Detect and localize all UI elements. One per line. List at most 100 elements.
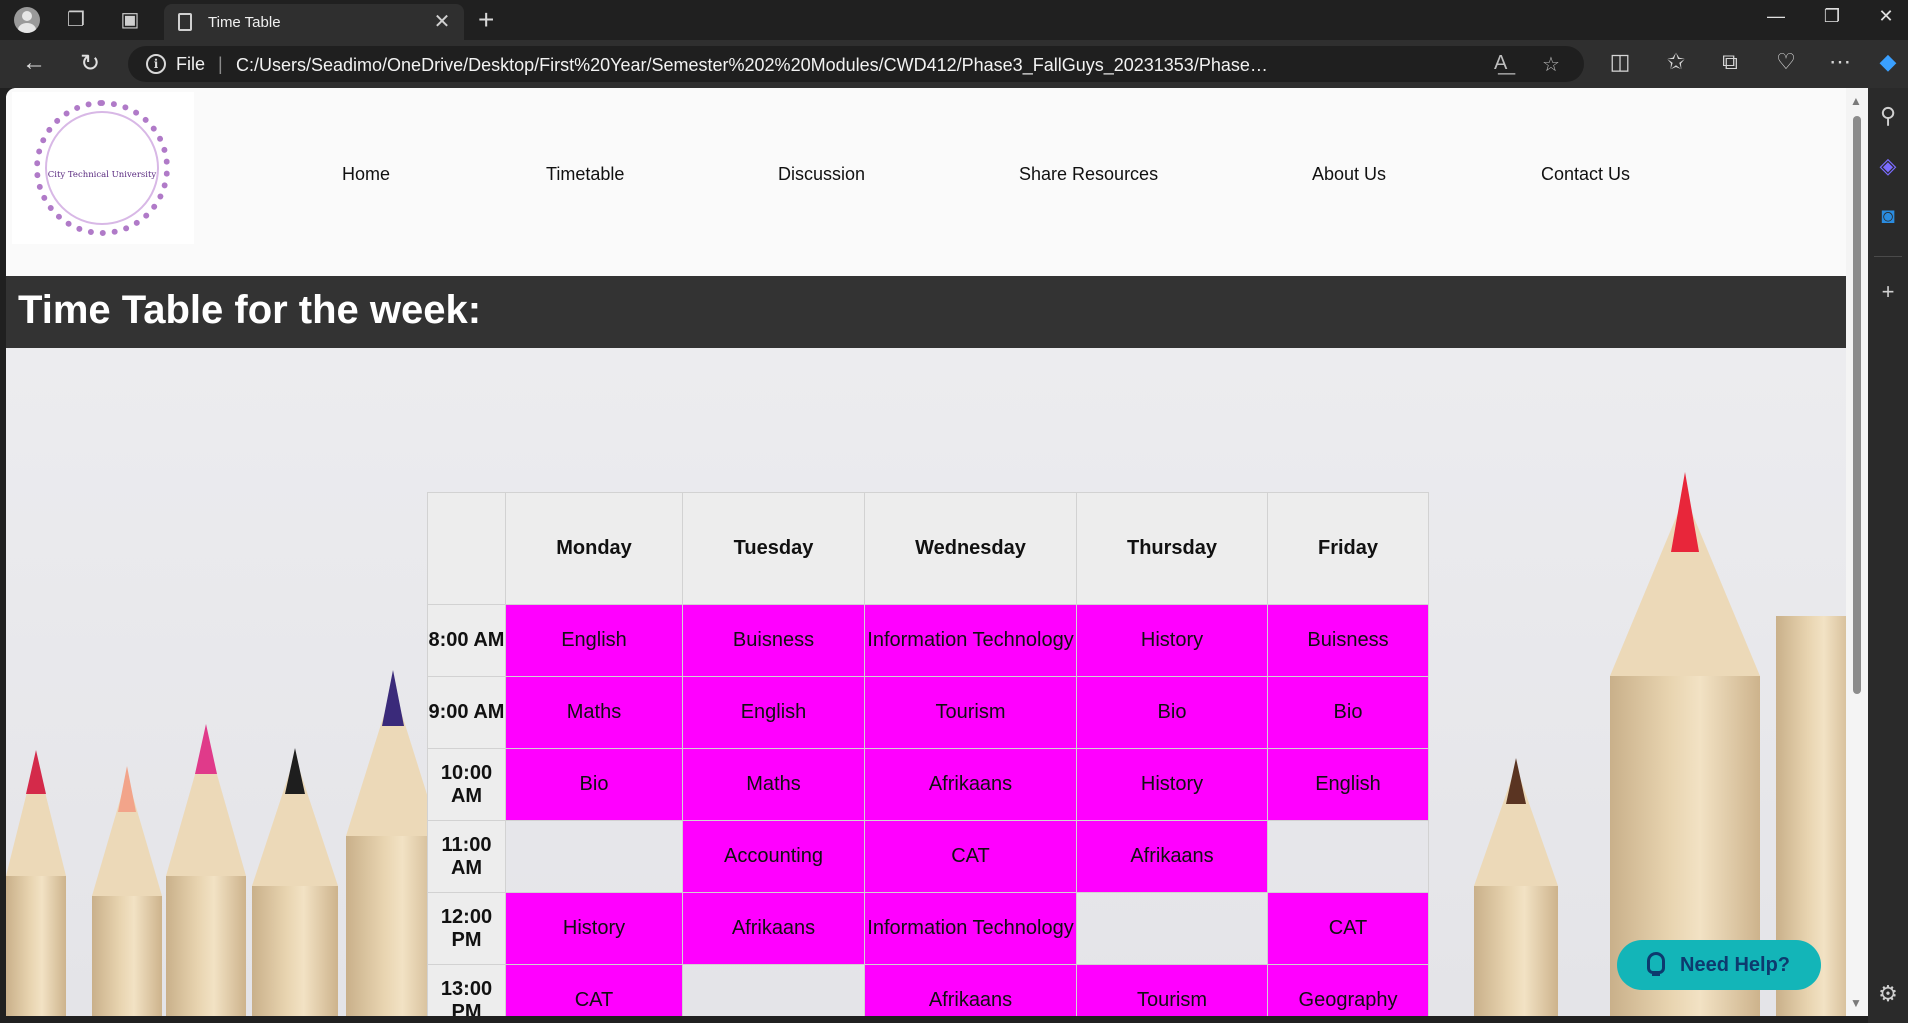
- browser-tab-bar: ❐ ▣ Time Table ✕ + — ❐ ✕: [0, 0, 1908, 40]
- settings-icon[interactable]: ⚙: [1874, 980, 1902, 1008]
- tab-title: Time Table: [208, 14, 281, 31]
- subject-cell: Accounting: [682, 820, 865, 893]
- corner-cell: [427, 492, 506, 605]
- nav-share-resources[interactable]: Share Resources: [1019, 164, 1158, 185]
- subject-cell: Buisness: [682, 604, 865, 677]
- day-header: Monday: [505, 492, 683, 605]
- favorite-star-icon[interactable]: ☆: [1542, 52, 1560, 77]
- empty-cell: [505, 820, 683, 893]
- new-tab-icon[interactable]: +: [478, 4, 494, 36]
- timetable: Monday Tuesday Wednesday Thursday Friday…: [427, 492, 1429, 1016]
- subject-cell: Buisness: [1267, 604, 1429, 677]
- time-cell: 9:00 AM: [427, 676, 506, 749]
- split-screen-icon[interactable]: ◫: [1604, 49, 1636, 75]
- subject-cell: History: [505, 892, 683, 965]
- subject-cell: Afrikaans: [864, 964, 1077, 1016]
- scroll-down-icon[interactable]: ▼: [1850, 996, 1862, 1010]
- time-cell: 8:00 AM: [427, 604, 506, 677]
- logo-ring-inner: City Technical University: [45, 111, 159, 225]
- scroll-thumb[interactable]: [1853, 116, 1861, 694]
- table-row: 8:00 AM English Buisness Information Tec…: [427, 604, 1429, 677]
- time-cell: 12:00 PM: [427, 892, 506, 965]
- copilot-sidebar-icon[interactable]: ◈: [1874, 152, 1902, 180]
- day-header: Wednesday: [864, 492, 1077, 605]
- pencil-brown: [1474, 758, 1558, 1016]
- favorites-icon[interactable]: ✩: [1660, 49, 1692, 75]
- back-icon[interactable]: ←: [18, 49, 50, 77]
- tab-actions-icon[interactable]: ▣: [116, 6, 144, 34]
- page-title: Time Table for the week:: [18, 288, 482, 332]
- address-url[interactable]: C:/Users/Seadimo/OneDrive/Desktop/First%…: [236, 55, 1276, 76]
- page-scrollbar[interactable]: ▲ ▼: [1846, 88, 1868, 1016]
- subject-cell: Bio: [1267, 676, 1429, 749]
- window-close-icon[interactable]: ✕: [1866, 6, 1906, 27]
- address-separator: |: [218, 54, 223, 74]
- minimize-icon[interactable]: —: [1756, 6, 1796, 27]
- site-header: City Technical University Home Timetable…: [6, 88, 1846, 276]
- time-cell: 13:00 PM: [427, 964, 506, 1016]
- need-help-button[interactable]: Need Help?: [1617, 940, 1821, 990]
- restore-icon[interactable]: ❐: [1812, 6, 1852, 27]
- browser-essentials-icon[interactable]: ♡: [1770, 49, 1802, 75]
- collections-icon[interactable]: ⧉: [1714, 49, 1746, 75]
- subject-cell: History: [1076, 604, 1268, 677]
- subject-cell: English: [505, 604, 683, 677]
- nav-about-us[interactable]: About Us: [1312, 164, 1386, 185]
- need-help-label: Need Help?: [1680, 954, 1791, 976]
- address-bar[interactable]: i File | C:/Users/Seadimo/OneDrive/Deskt…: [128, 46, 1584, 82]
- pencil-red-large: [1610, 472, 1760, 1016]
- empty-cell: [682, 964, 865, 1016]
- profile-icon[interactable]: [14, 7, 40, 33]
- table-row: 12:00 PM History Afrikaans Information T…: [427, 892, 1429, 965]
- empty-cell: [1267, 820, 1429, 893]
- subject-cell: History: [1076, 748, 1268, 821]
- table-row: 9:00 AM Maths English Tourism Bio Bio: [427, 676, 1429, 749]
- timetable-header-row: Monday Tuesday Wednesday Thursday Friday: [427, 492, 1429, 605]
- copilot-icon[interactable]: ◆: [1872, 49, 1904, 75]
- subject-cell: Maths: [505, 676, 683, 749]
- outlook-icon[interactable]: ◙: [1874, 202, 1902, 230]
- add-icon[interactable]: +: [1874, 278, 1902, 306]
- browser-sidebar: ⚲ ◈ ◙ + ⚙: [1868, 88, 1908, 1023]
- time-cell: 11:00 AM: [427, 820, 506, 893]
- sidebar-divider: [1874, 256, 1902, 257]
- table-row: 10:00 AM Bio Maths Afrikaans History Eng…: [427, 748, 1429, 821]
- subject-cell: English: [1267, 748, 1429, 821]
- logo[interactable]: City Technical University: [12, 92, 194, 244]
- nav-contact-us[interactable]: Contact Us: [1541, 164, 1630, 185]
- subject-cell: Afrikaans: [864, 748, 1077, 821]
- pencil-purple: [346, 670, 440, 1016]
- page-viewport: City Technical University Home Timetable…: [6, 88, 1846, 1016]
- pencil-black: [252, 748, 338, 1016]
- subject-cell: CAT: [1267, 892, 1429, 965]
- nav-discussion[interactable]: Discussion: [778, 164, 865, 185]
- workspaces-icon[interactable]: ❐: [62, 6, 90, 34]
- pencil-pink: [166, 724, 246, 1016]
- search-icon[interactable]: ⚲: [1874, 102, 1902, 130]
- page-title-bar: Time Table for the week:: [6, 276, 1846, 348]
- pencil-peach: [92, 766, 162, 1016]
- subject-cell: English: [682, 676, 865, 749]
- day-header: Thursday: [1076, 492, 1268, 605]
- close-icon[interactable]: ✕: [430, 9, 454, 34]
- subject-cell: Afrikaans: [682, 892, 865, 965]
- read-aloud-icon[interactable]: A͟: [1494, 52, 1507, 75]
- nav-timetable[interactable]: Timetable: [546, 164, 624, 185]
- browser-tab[interactable]: Time Table ✕: [164, 4, 464, 40]
- subject-cell: Tourism: [1076, 964, 1268, 1016]
- subject-cell: Afrikaans: [1076, 820, 1268, 893]
- subject-cell: Tourism: [864, 676, 1077, 749]
- subject-cell: CAT: [864, 820, 1077, 893]
- nav-home[interactable]: Home: [342, 164, 390, 185]
- browser-toolbar: ← ↻ i File | C:/Users/Seadimo/OneDrive/D…: [0, 40, 1908, 88]
- address-scheme: File: [176, 54, 206, 74]
- subject-cell: Information Technology: [864, 892, 1077, 965]
- more-icon[interactable]: ⋯: [1824, 49, 1856, 75]
- logo-ring: City Technical University: [34, 100, 170, 236]
- subject-cell: CAT: [505, 964, 683, 1016]
- time-cell: 10:00 AM: [427, 748, 506, 821]
- info-icon[interactable]: i: [146, 54, 166, 74]
- table-row: 13:00 PM CAT Afrikaans Tourism Geography: [427, 964, 1429, 1016]
- scroll-up-icon[interactable]: ▲: [1850, 94, 1862, 108]
- refresh-icon[interactable]: ↻: [74, 49, 106, 78]
